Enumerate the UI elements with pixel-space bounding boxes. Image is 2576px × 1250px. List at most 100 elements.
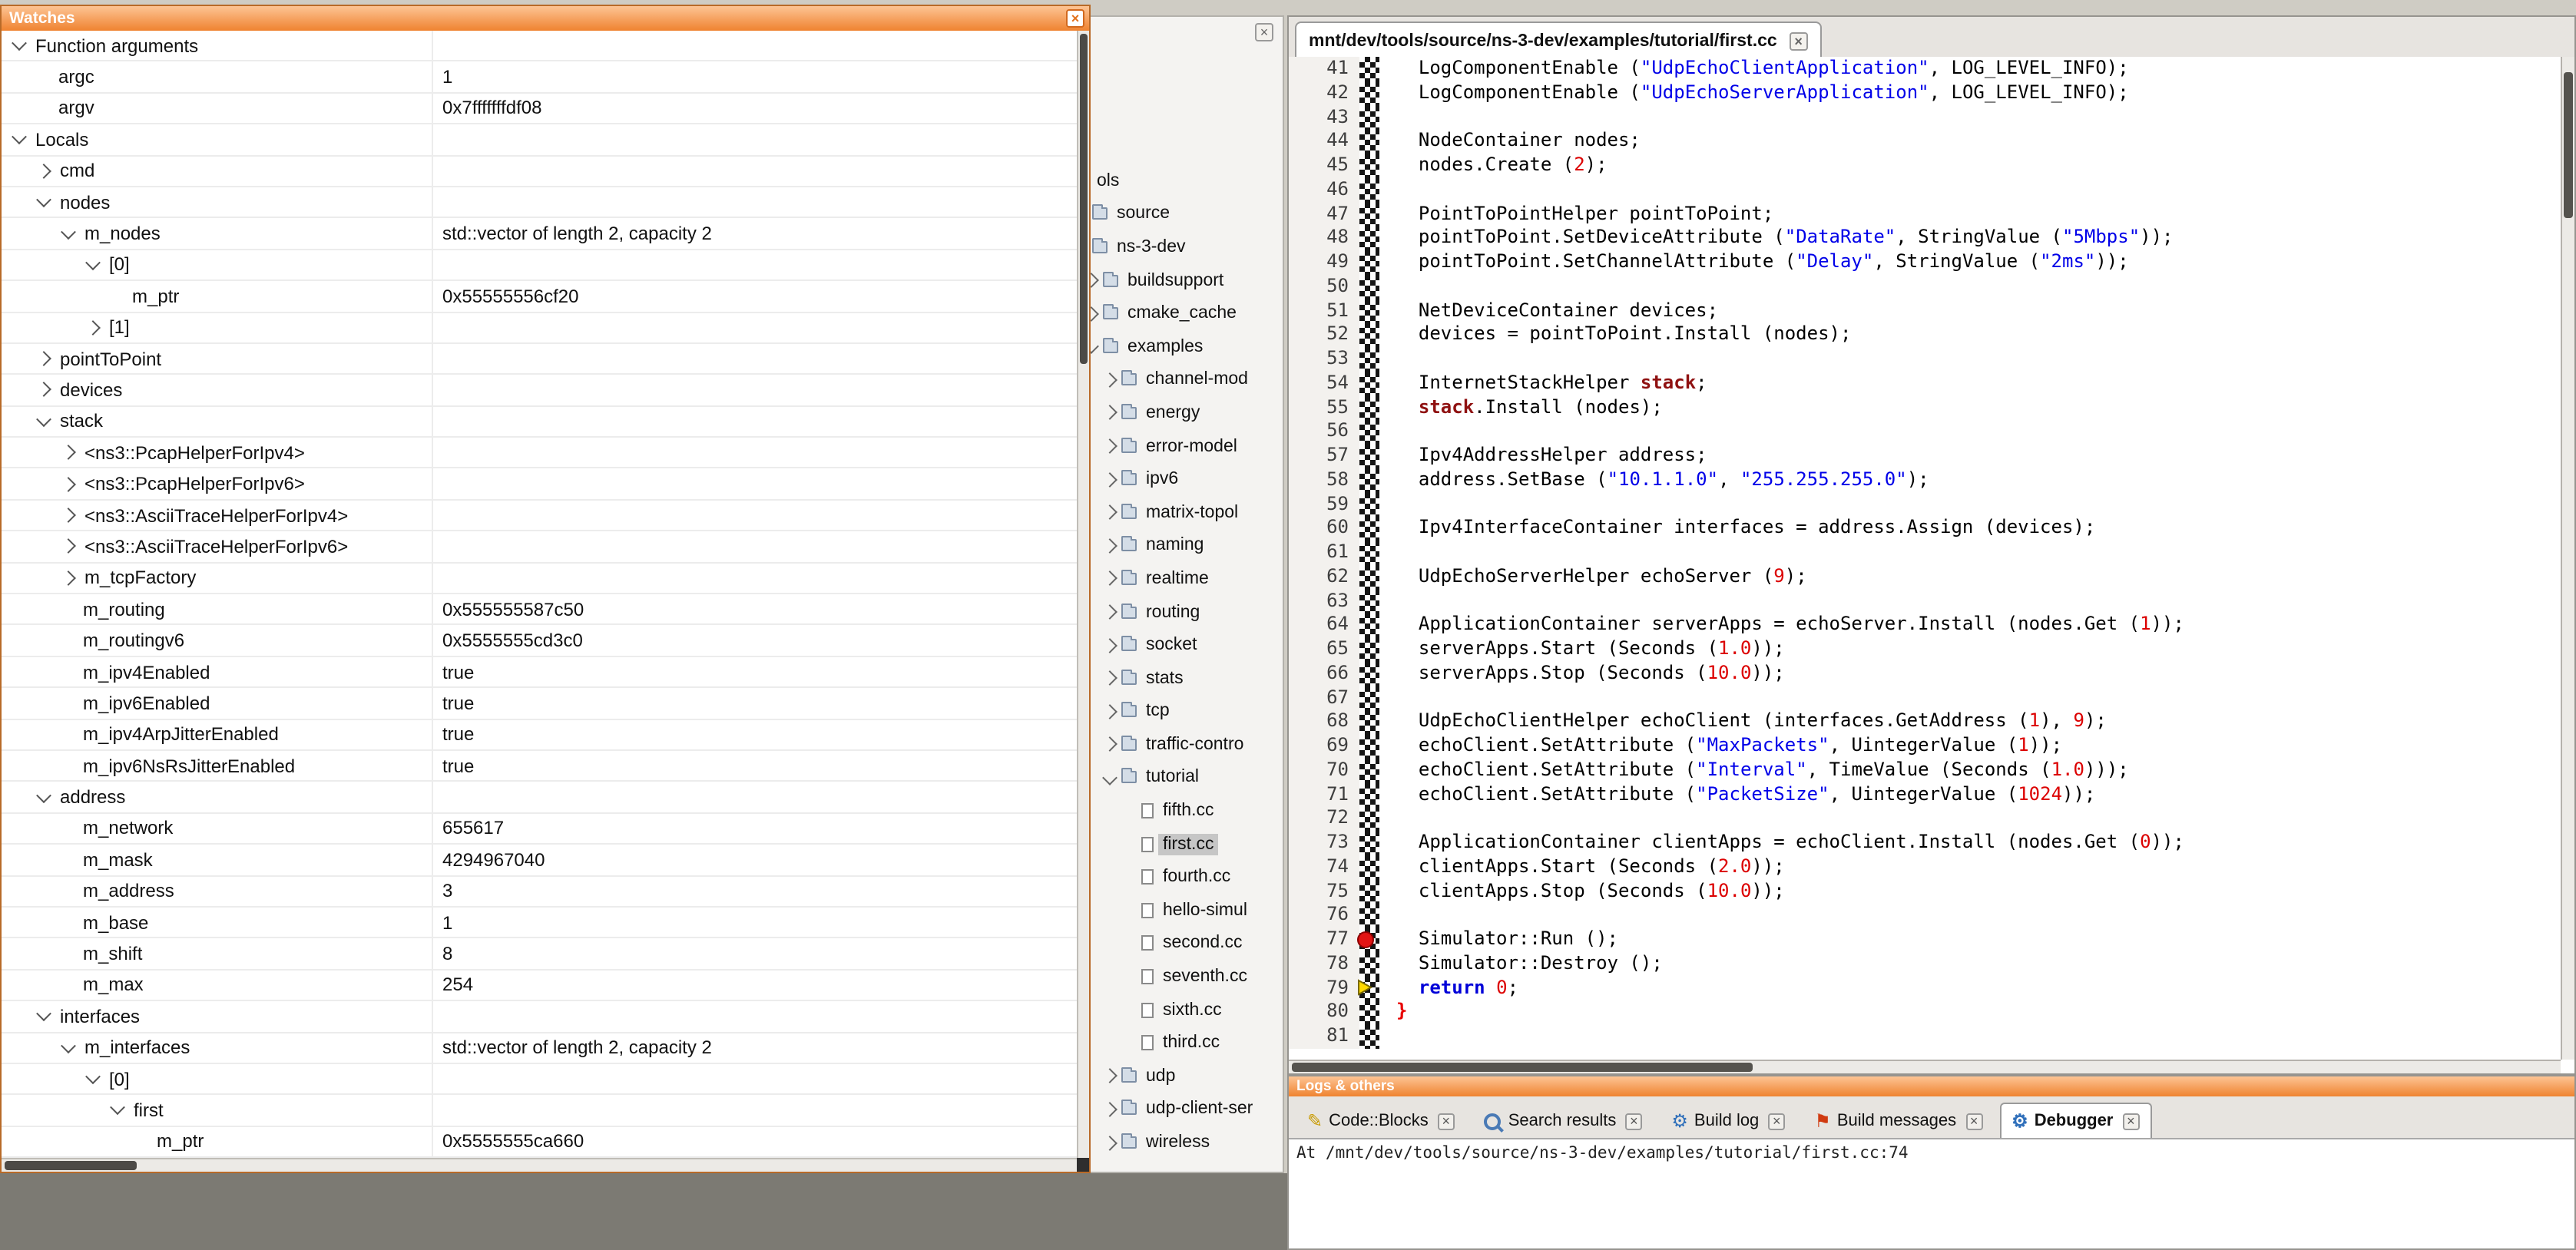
close-icon[interactable]: × xyxy=(1965,1113,1982,1129)
watch-row[interactable]: m_base1 xyxy=(2,908,1077,939)
tree-item-first-cc[interactable]: first.cc xyxy=(1086,828,1283,861)
expand-chevron-icon[interactable] xyxy=(1102,571,1117,587)
expand-chevron-icon[interactable] xyxy=(1102,372,1117,388)
scrollbar-thumb[interactable] xyxy=(1292,1063,1753,1072)
tree-item-ols[interactable]: ols xyxy=(1086,164,1283,197)
expand-chevron-icon[interactable] xyxy=(36,1007,51,1022)
expand-chevron-icon[interactable] xyxy=(1102,704,1117,719)
expand-chevron-icon[interactable] xyxy=(1102,737,1117,752)
breakpoint-margin[interactable] xyxy=(1359,589,1379,613)
breakpoint-margin[interactable] xyxy=(1359,492,1379,517)
scrollbar-thumb[interactable] xyxy=(2564,72,2573,218)
watch-row[interactable]: argc1 xyxy=(2,62,1077,94)
expand-chevron-icon[interactable] xyxy=(1102,471,1117,487)
watch-row[interactable]: m_network655617 xyxy=(2,814,1077,845)
breakpoint-margin[interactable] xyxy=(1359,1000,1379,1025)
watch-row[interactable]: [0] xyxy=(2,250,1077,281)
close-icon[interactable]: × xyxy=(1438,1113,1455,1129)
close-icon[interactable]: × xyxy=(1790,31,1808,50)
expand-chevron-icon[interactable] xyxy=(61,1038,76,1053)
expand-chevron-icon[interactable] xyxy=(12,130,27,145)
breakpoint-margin[interactable] xyxy=(1359,734,1379,759)
expand-chevron-icon[interactable] xyxy=(1102,438,1117,454)
tree-item-traffic-contro[interactable]: traffic-contro xyxy=(1086,728,1283,761)
breakpoint-margin[interactable] xyxy=(1359,372,1379,396)
expand-chevron-icon[interactable] xyxy=(36,164,51,179)
tree-item-second-cc[interactable]: second.cc xyxy=(1086,927,1283,960)
code-area[interactable]: 41 LogComponentEnable ("UdpEchoClientApp… xyxy=(1289,57,2561,1060)
breakpoint-margin[interactable] xyxy=(1359,855,1379,880)
expand-chevron-icon[interactable] xyxy=(12,36,27,51)
watch-row[interactable]: <ns3::PcapHelperForIpv4> xyxy=(2,438,1077,469)
breakpoint-margin[interactable] xyxy=(1359,57,1379,81)
breakpoint-margin[interactable] xyxy=(1359,831,1379,855)
editor-vertical-scrollbar[interactable] xyxy=(2561,57,2574,1060)
breakpoint-margin[interactable] xyxy=(1359,250,1379,275)
expand-chevron-icon[interactable] xyxy=(61,570,76,586)
tree-item-third-cc[interactable]: third.cc xyxy=(1086,1027,1283,1060)
scrollbar-thumb[interactable] xyxy=(1080,34,1088,364)
expand-chevron-icon[interactable] xyxy=(1102,671,1117,686)
watch-row[interactable]: <ns3::AsciiTraceHelperForIpv6> xyxy=(2,532,1077,564)
breakpoint-margin[interactable] xyxy=(1359,347,1379,372)
breakpoint-margin[interactable] xyxy=(1359,759,1379,783)
expand-chevron-icon[interactable] xyxy=(1102,604,1117,620)
breakpoint-margin[interactable] xyxy=(1359,952,1379,977)
breakpoint-margin[interactable] xyxy=(1359,444,1379,468)
tree-item-examples[interactable]: examples xyxy=(1086,330,1283,363)
breakpoint-margin[interactable] xyxy=(1359,710,1379,735)
watch-row[interactable]: first xyxy=(2,1096,1077,1127)
breakpoint-margin[interactable] xyxy=(1359,420,1379,445)
breakpoint-margin[interactable] xyxy=(1359,299,1379,323)
breakpoint-margin[interactable] xyxy=(1359,686,1379,710)
watch-row[interactable]: m_routing0x555555587c50 xyxy=(2,594,1077,626)
close-icon[interactable]: × xyxy=(1255,23,1273,41)
logs-tab-build-log[interactable]: ⚙Build log× xyxy=(1659,1103,1797,1138)
watch-row[interactable]: m_interfacesstd::vector of length 2, cap… xyxy=(2,1033,1077,1064)
breakpoint-margin[interactable] xyxy=(1359,323,1379,348)
expand-chevron-icon[interactable] xyxy=(61,223,76,239)
tree-item-channel-mod[interactable]: channel-mod xyxy=(1086,363,1283,396)
tree-item-naming[interactable]: naming xyxy=(1086,529,1283,562)
breakpoint-margin[interactable] xyxy=(1359,637,1379,662)
breakpoint-margin[interactable] xyxy=(1359,565,1379,590)
expand-chevron-icon[interactable] xyxy=(61,476,76,491)
close-icon[interactable]: × xyxy=(1768,1113,1785,1129)
tree-item-seventh-cc[interactable]: seventh.cc xyxy=(1086,961,1283,994)
tree-item-fifth-cc[interactable]: fifth.cc xyxy=(1086,795,1283,828)
expand-chevron-icon[interactable] xyxy=(36,193,51,208)
tree-item-error-model[interactable]: error-model xyxy=(1086,430,1283,463)
watch-row[interactable]: m_routingv60x5555555cd3c0 xyxy=(2,626,1077,657)
breakpoint-margin[interactable] xyxy=(1359,395,1379,420)
breakpoint-margin[interactable] xyxy=(1359,517,1379,541)
breakpoint-margin[interactable] xyxy=(1359,105,1379,130)
breakpoint-margin[interactable] xyxy=(1359,541,1379,565)
expand-chevron-icon[interactable] xyxy=(110,1100,125,1116)
close-icon[interactable]: × xyxy=(1066,9,1084,28)
watch-row[interactable]: [0] xyxy=(2,1064,1077,1096)
watch-row[interactable]: m_address3 xyxy=(2,876,1077,908)
breakpoint-margin[interactable] xyxy=(1359,904,1379,928)
expand-chevron-icon[interactable] xyxy=(1102,637,1117,653)
breakpoint-margin[interactable] xyxy=(1359,879,1379,904)
breakpoint-margin[interactable] xyxy=(1359,275,1379,299)
watch-row[interactable]: argv0x7fffffffdf08 xyxy=(2,94,1077,125)
tree-item-tcp[interactable]: tcp xyxy=(1086,695,1283,728)
breakpoint-margin[interactable] xyxy=(1359,227,1379,251)
tree-item-udp[interactable]: udp xyxy=(1086,1060,1283,1093)
expand-chevron-icon[interactable] xyxy=(61,539,76,554)
expand-chevron-icon[interactable] xyxy=(1102,405,1117,421)
watch-row[interactable]: interfaces xyxy=(2,1001,1077,1033)
expand-chevron-icon[interactable] xyxy=(36,382,51,398)
breakpoint-margin[interactable] xyxy=(1359,782,1379,807)
tree-item-ns-3-dev[interactable]: ns-3-dev xyxy=(1086,230,1283,263)
breakpoint-margin[interactable] xyxy=(1359,662,1379,686)
tree-item-routing[interactable]: routing xyxy=(1086,595,1283,628)
breakpoint-margin[interactable] xyxy=(1359,1024,1379,1049)
watch-row[interactable]: m_shift8 xyxy=(2,939,1077,971)
tree-item-energy[interactable]: energy xyxy=(1086,396,1283,429)
logs-tab-build-messages[interactable]: ⚑Build messages× xyxy=(1802,1103,1995,1138)
tree-item-cmake-cache[interactable]: cmake_cache xyxy=(1086,297,1283,330)
watch-row[interactable]: m_ptr0x55555556cf20 xyxy=(2,281,1077,312)
watch-row[interactable]: m_ipv4ArpJitterEnabledtrue xyxy=(2,719,1077,751)
